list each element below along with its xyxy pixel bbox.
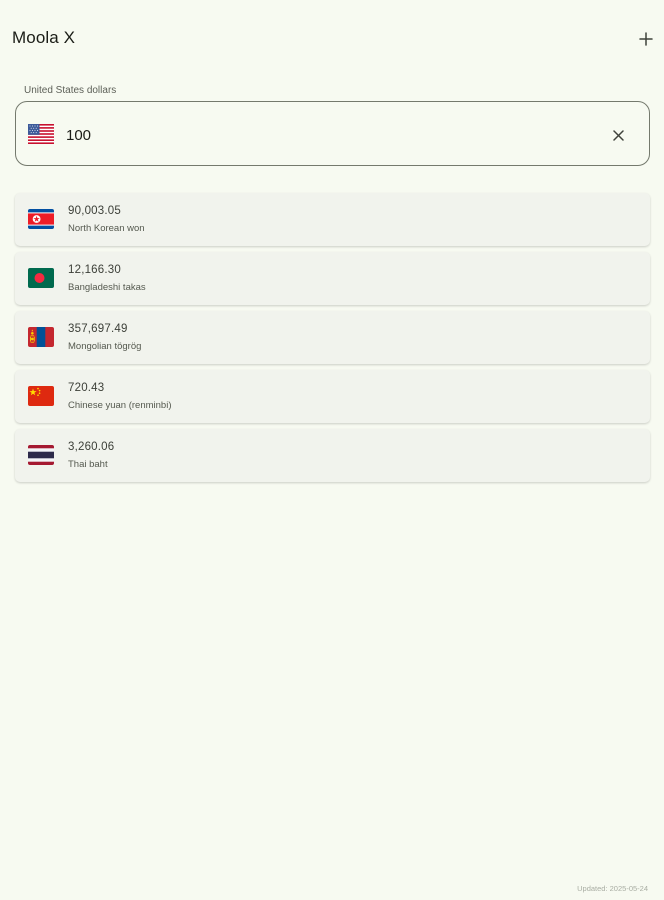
flag-cn-icon xyxy=(28,386,54,406)
flag-kp-icon xyxy=(28,209,54,229)
flag-mn-icon xyxy=(28,327,54,347)
conversion-amount: 90,003.05 xyxy=(68,205,121,217)
flag-th-icon xyxy=(28,445,54,465)
conversion-card-bdt[interactable]: 12,166.30 Bangladeshi takas xyxy=(15,252,650,305)
base-currency-field[interactable] xyxy=(15,101,650,166)
add-currency-button[interactable] xyxy=(632,26,660,52)
conversion-currency-name: Mongolian tögrög xyxy=(68,341,142,352)
conversion-amount: 720.43 xyxy=(68,382,105,394)
clear-button[interactable] xyxy=(604,122,632,148)
app-title: Moola X xyxy=(12,28,76,47)
close-icon xyxy=(612,129,624,141)
flag-us-icon xyxy=(28,124,54,144)
conversion-card-kpw[interactable]: 90,003.05 North Korean won xyxy=(15,193,650,246)
app-screen: Moola X United States dollars 100 90,003… xyxy=(0,0,664,900)
conversion-amount: 12,166.30 xyxy=(68,264,121,276)
conversion-currency-name: North Korean won xyxy=(68,223,145,234)
conversion-card-cny[interactable]: 720.43 Chinese yuan (renminbi) xyxy=(15,370,650,423)
plus-icon xyxy=(639,32,653,46)
conversion-amount: 3,260.06 xyxy=(68,441,115,453)
conversion-card-mnt[interactable]: 357,697.49 Mongolian tögrög xyxy=(15,311,650,364)
conversion-currency-name: Thai baht xyxy=(68,459,108,470)
flag-bd-icon xyxy=(28,268,54,288)
updated-timestamp: Updated: 2025-05-24 xyxy=(577,884,648,893)
conversion-currency-name: Bangladeshi takas xyxy=(68,282,146,293)
conversion-currency-name: Chinese yuan (renminbi) xyxy=(68,400,172,411)
base-currency-label: United States dollars xyxy=(24,85,117,96)
app-bar: Moola X xyxy=(0,0,664,78)
conversion-card-thb[interactable]: 3,260.06 Thai baht xyxy=(15,429,650,482)
conversion-list: 90,003.05 North Korean won 12,166.30 Ban… xyxy=(15,193,650,488)
conversion-amount: 357,697.49 xyxy=(68,323,128,335)
base-amount-input[interactable] xyxy=(66,122,566,148)
